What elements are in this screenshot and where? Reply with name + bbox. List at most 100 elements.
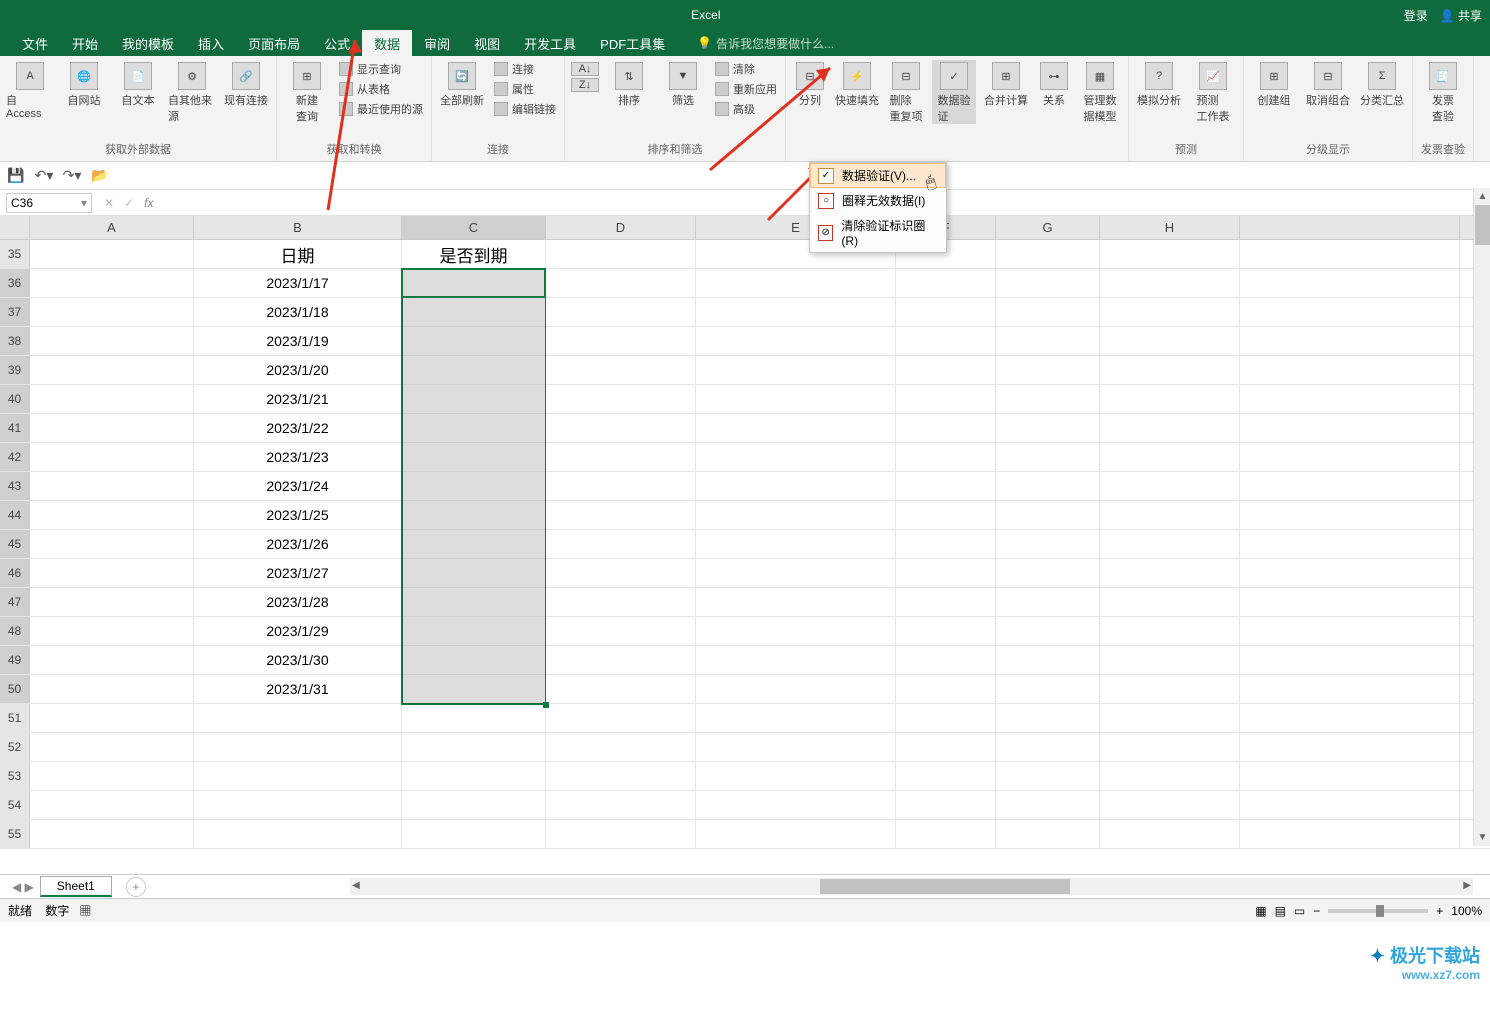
properties-button[interactable]: 属性 (492, 80, 558, 98)
cell[interactable] (402, 559, 546, 587)
cell[interactable] (896, 501, 996, 529)
cell[interactable] (996, 762, 1100, 790)
grid-row[interactable]: 40 2023/1/21 (0, 385, 1490, 414)
cell[interactable] (896, 733, 996, 761)
cell[interactable]: 2023/1/22 (194, 414, 402, 442)
cell[interactable] (996, 240, 1100, 268)
view-break-icon[interactable]: ▭ (1294, 904, 1305, 918)
group-button[interactable]: ⊞创建组 (1250, 60, 1298, 108)
cell[interactable] (402, 675, 546, 703)
cell[interactable] (30, 791, 194, 819)
tab-developer[interactable]: 开发工具 (512, 30, 588, 57)
cell[interactable] (1240, 617, 1460, 645)
vscroll-thumb[interactable] (1475, 205, 1490, 245)
sort-asc-button[interactable]: A↓Z↓ (571, 60, 599, 92)
row-header[interactable]: 43 (0, 472, 30, 500)
cell[interactable] (996, 559, 1100, 587)
add-sheet-button[interactable]: + (126, 877, 146, 897)
fx-icon[interactable]: fx (144, 196, 153, 210)
col-header-B[interactable]: B (194, 216, 402, 239)
cell[interactable]: 2023/1/30 (194, 646, 402, 674)
cell[interactable]: 2023/1/21 (194, 385, 402, 413)
cell[interactable] (194, 820, 402, 848)
cell[interactable] (546, 791, 696, 819)
cell[interactable] (546, 472, 696, 500)
flash-fill-button[interactable]: ⚡快速填充 (834, 60, 880, 108)
cell[interactable]: 2023/1/24 (194, 472, 402, 500)
cell[interactable]: 2023/1/29 (194, 617, 402, 645)
spreadsheet-grid[interactable]: A B C D E F G H 35日期是否到期362023/1/1737202… (0, 216, 1490, 874)
cell[interactable] (30, 530, 194, 558)
cell[interactable] (996, 327, 1100, 355)
cell[interactable] (30, 472, 194, 500)
grid-row[interactable]: 382023/1/19 (0, 327, 1490, 356)
cell[interactable] (30, 733, 194, 761)
cell[interactable] (696, 617, 896, 645)
row-header[interactable]: 38 (0, 327, 30, 355)
cell[interactable] (1240, 501, 1460, 529)
cell[interactable] (30, 356, 194, 384)
tab-templates[interactable]: 我的模板 (110, 30, 186, 57)
cell[interactable] (546, 588, 696, 616)
grid-row[interactable]: 43 2023/1/24 (0, 472, 1490, 501)
cell[interactable] (896, 530, 996, 558)
grid-row[interactable]: 372023/1/18 (0, 298, 1490, 327)
tab-data[interactable]: 数据 (362, 30, 412, 57)
row-header[interactable]: 35 (0, 240, 30, 268)
cell[interactable] (1100, 356, 1240, 384)
col-header-A[interactable]: A (30, 216, 194, 239)
cell[interactable] (896, 820, 996, 848)
cell[interactable] (996, 298, 1100, 326)
cell[interactable] (30, 588, 194, 616)
cell[interactable] (696, 472, 896, 500)
existing-conn-button[interactable]: 🔗现有连接 (222, 60, 270, 108)
tab-page-layout[interactable]: 页面布局 (236, 30, 312, 57)
cell[interactable] (546, 501, 696, 529)
cell[interactable] (696, 443, 896, 471)
ungroup-button[interactable]: ⊟取消组合 (1304, 60, 1352, 108)
cell[interactable] (1240, 472, 1460, 500)
login-button[interactable]: 登录 (1404, 7, 1428, 24)
row-header[interactable]: 40 (0, 385, 30, 413)
grid-row[interactable]: 502023/1/31 (0, 675, 1490, 704)
cell[interactable] (696, 269, 896, 297)
cell[interactable] (996, 443, 1100, 471)
horizontal-scrollbar[interactable]: ◀ ▶ (350, 878, 1473, 895)
grid-row[interactable]: 462023/1/27 (0, 559, 1490, 588)
forecast-button[interactable]: 📈预测 工作表 (1189, 60, 1237, 124)
row-header[interactable]: 41 (0, 414, 30, 442)
cell[interactable] (1100, 762, 1240, 790)
sheet-tab-1[interactable]: Sheet1 (40, 876, 112, 897)
cell[interactable] (1240, 762, 1460, 790)
cell[interactable] (996, 269, 1100, 297)
zoom-value[interactable]: 100% (1451, 904, 1482, 918)
grid-row[interactable]: 392023/1/20 (0, 356, 1490, 385)
redo-button[interactable]: ↷▾ (64, 168, 80, 184)
cell[interactable] (996, 646, 1100, 674)
what-if-button[interactable]: ?模拟分析 (1135, 60, 1183, 108)
grid-row[interactable]: 482023/1/29 (0, 617, 1490, 646)
cell[interactable] (996, 617, 1100, 645)
cell[interactable] (30, 559, 194, 587)
cell[interactable] (1240, 646, 1460, 674)
cell[interactable] (996, 530, 1100, 558)
cell[interactable] (546, 385, 696, 413)
cell[interactable] (896, 588, 996, 616)
sheet-nav[interactable]: ◀ ▶ (6, 880, 40, 894)
cell[interactable] (1100, 443, 1240, 471)
col-header-H[interactable]: H (1100, 216, 1240, 239)
remove-dup-button[interactable]: ⊟删除 重复项 (886, 60, 926, 124)
cell[interactable] (546, 559, 696, 587)
grid-row[interactable]: 41 2023/1/22 (0, 414, 1490, 443)
cell[interactable] (1240, 356, 1460, 384)
cell[interactable] (1100, 704, 1240, 732)
row-header[interactable]: 45 (0, 530, 30, 558)
cell[interactable] (546, 298, 696, 326)
row-header[interactable]: 49 (0, 646, 30, 674)
cell[interactable] (30, 327, 194, 355)
grid-row[interactable]: 52 (0, 733, 1490, 762)
grid-row[interactable]: 472023/1/28 (0, 588, 1490, 617)
grid-row[interactable]: 54 (0, 791, 1490, 820)
cell[interactable] (30, 443, 194, 471)
cell[interactable] (402, 414, 546, 442)
